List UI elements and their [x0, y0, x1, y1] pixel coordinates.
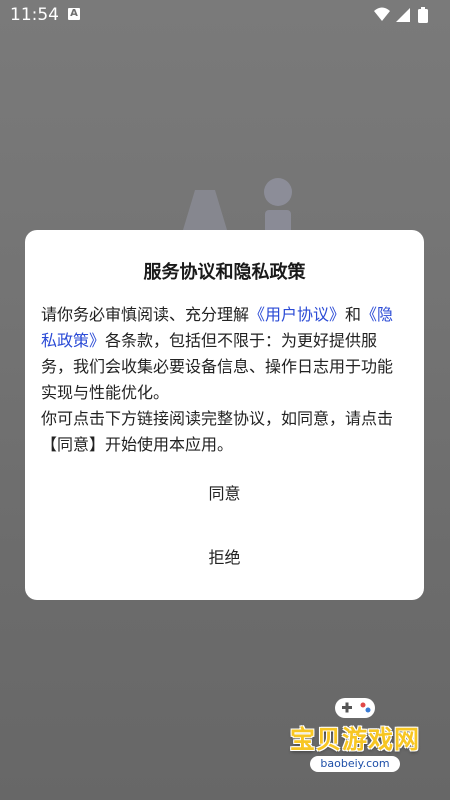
signal-icon — [396, 8, 410, 22]
battery-icon — [418, 7, 428, 23]
status-icons — [374, 7, 428, 23]
refuse-button[interactable]: 拒绝 — [85, 538, 364, 578]
status-bar: 11:54 A — [0, 0, 450, 30]
body-text-prefix: 请你务必审慎阅读、充分理解 — [41, 305, 250, 324]
site-watermark: 宝贝游戏网 baobeiy.com — [280, 692, 430, 782]
body-text-and: 和 — [345, 305, 362, 324]
agree-button[interactable]: 同意 — [85, 474, 364, 514]
status-time: 11:54 — [10, 5, 59, 25]
dialog-body: 请你务必审慎阅读、充分理解《用户协议》和《隐私政策》各条款，包括但不限于：为更好… — [41, 302, 408, 458]
user-agreement-link[interactable]: 《用户协议》 — [249, 305, 345, 324]
instruction-paragraph: 你可点击下方链接阅读完整协议，如同意，请点击【同意】开始使用本应用。 — [41, 409, 394, 454]
notification-a-icon: A — [68, 8, 80, 20]
watermark-title: 宝贝游戏网 — [289, 725, 420, 754]
dialog-title: 服务协议和隐私政策 — [143, 262, 306, 283]
wifi-icon — [374, 7, 390, 21]
watermark-url: baobeiy.com — [310, 756, 400, 772]
gamepad-icon — [335, 698, 375, 718]
agreement-paragraph: 请你务必审慎阅读、充分理解《用户协议》和《隐私政策》各条款，包括但不限于：为更好… — [41, 302, 408, 406]
agreement-dialog: 服务协议和隐私政策 请你务必审慎阅读、充分理解《用户协议》和《隐私政策》各条款，… — [25, 230, 424, 600]
